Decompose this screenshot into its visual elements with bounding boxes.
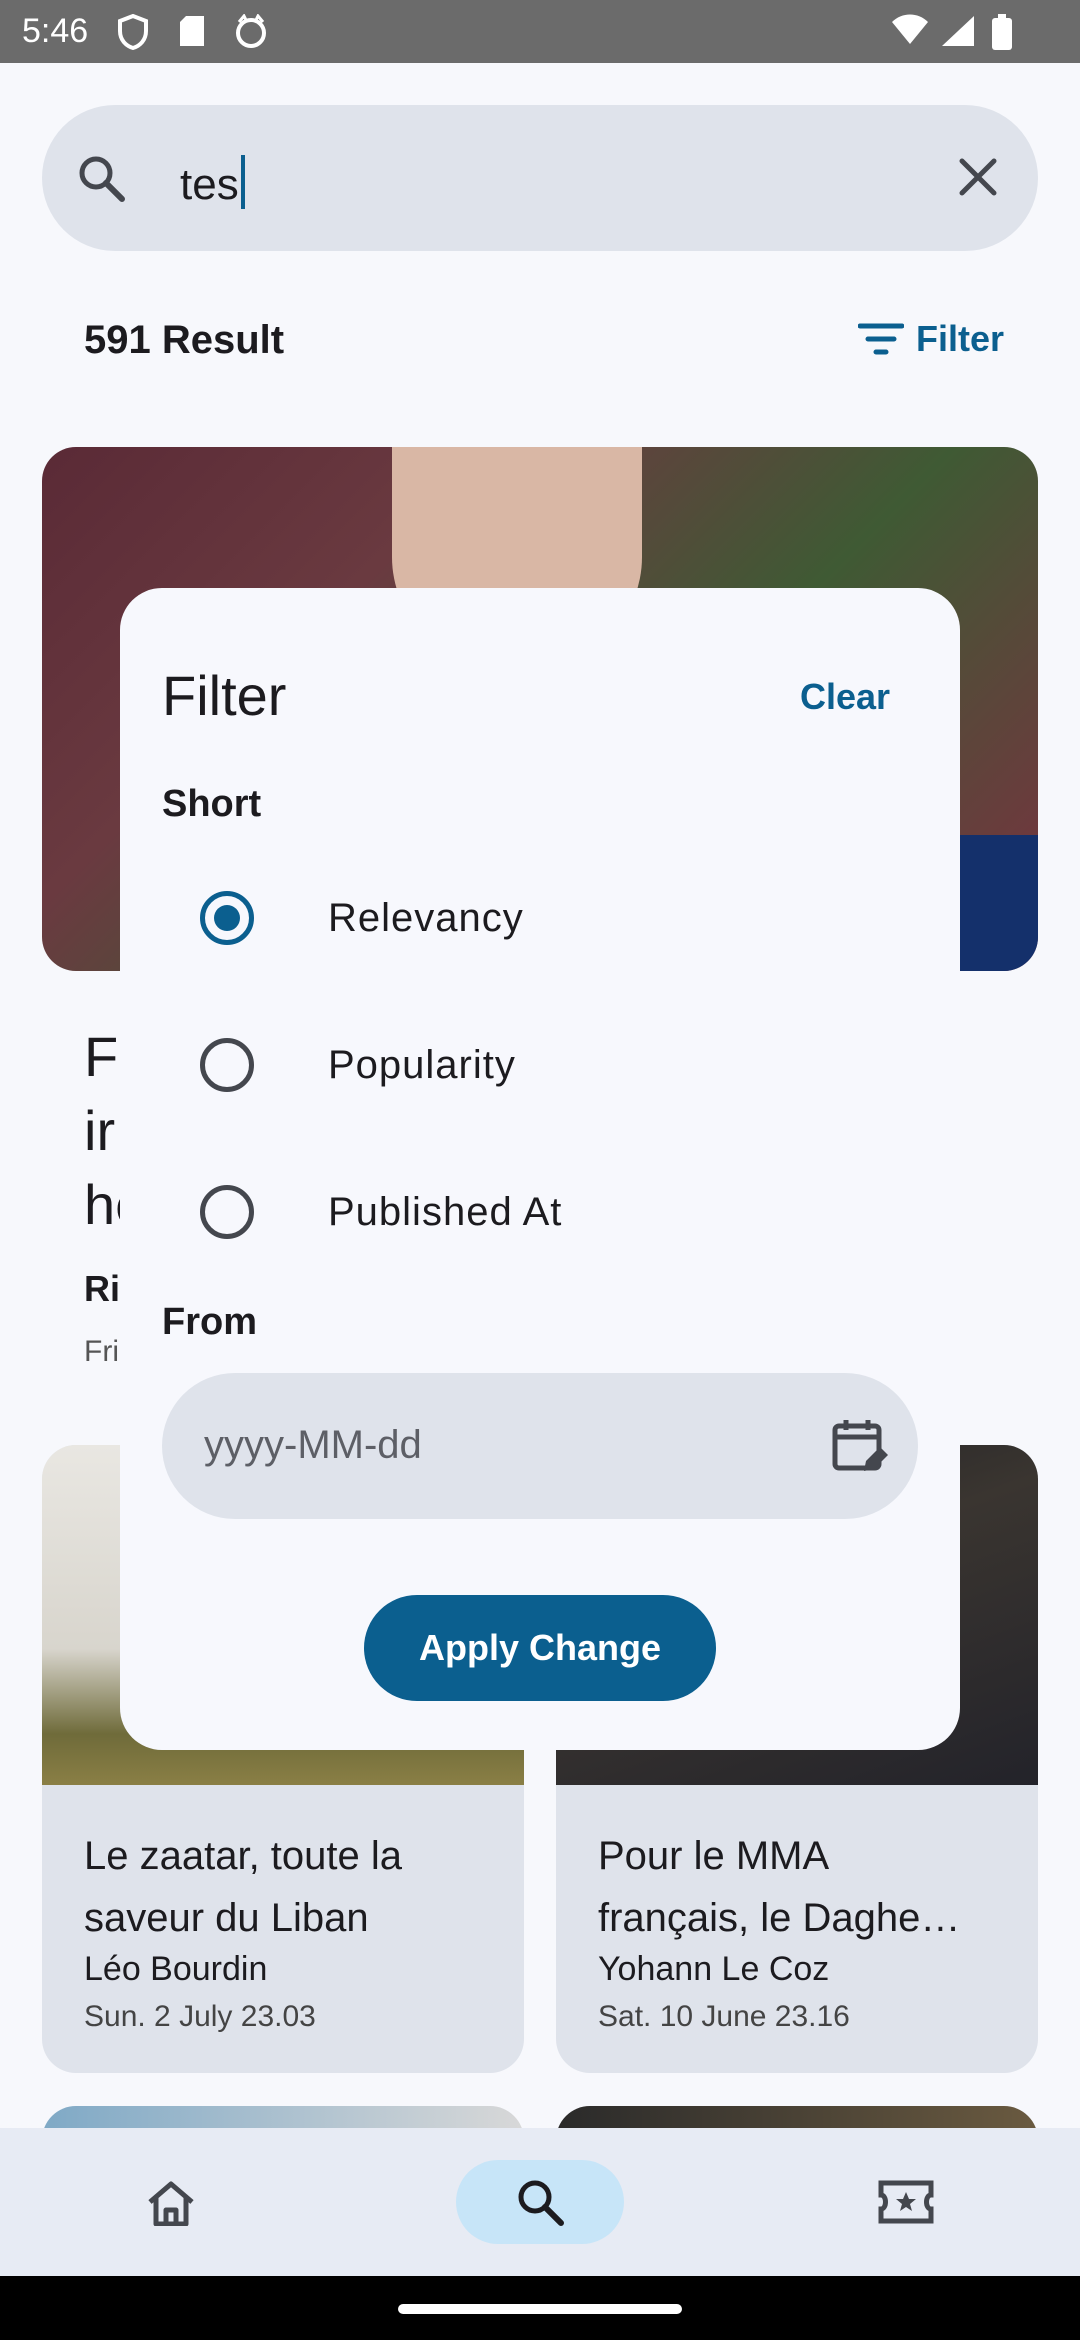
- clear-button[interactable]: Clear: [800, 676, 890, 718]
- sort-option-relevancy[interactable]: Relevancy: [200, 888, 524, 948]
- sort-option-label: Relevancy: [328, 895, 524, 940]
- from-label: From: [162, 1301, 257, 1343]
- apply-change-button[interactable]: Apply Change: [364, 1595, 716, 1701]
- from-date-field[interactable]: yyyy-MM-dd: [162, 1373, 918, 1519]
- filter-dialog: Filter Clear Short Relevancy Popularity …: [120, 588, 960, 1750]
- radio-unselected-icon[interactable]: [200, 1185, 254, 1239]
- calendar-edit-icon[interactable]: [830, 1417, 888, 1480]
- radio-selected-icon[interactable]: [200, 891, 254, 945]
- dialog-title: Filter: [162, 664, 287, 727]
- sort-option-popularity[interactable]: Popularity: [200, 1035, 516, 1095]
- sort-section-label: Short: [162, 783, 262, 825]
- sort-option-label: Popularity: [328, 1042, 516, 1087]
- sort-option-published-at[interactable]: Published At: [200, 1182, 562, 1242]
- radio-unselected-icon[interactable]: [200, 1038, 254, 1092]
- date-placeholder: yyyy-MM-dd: [204, 1423, 422, 1467]
- sort-option-label: Published At: [328, 1189, 563, 1234]
